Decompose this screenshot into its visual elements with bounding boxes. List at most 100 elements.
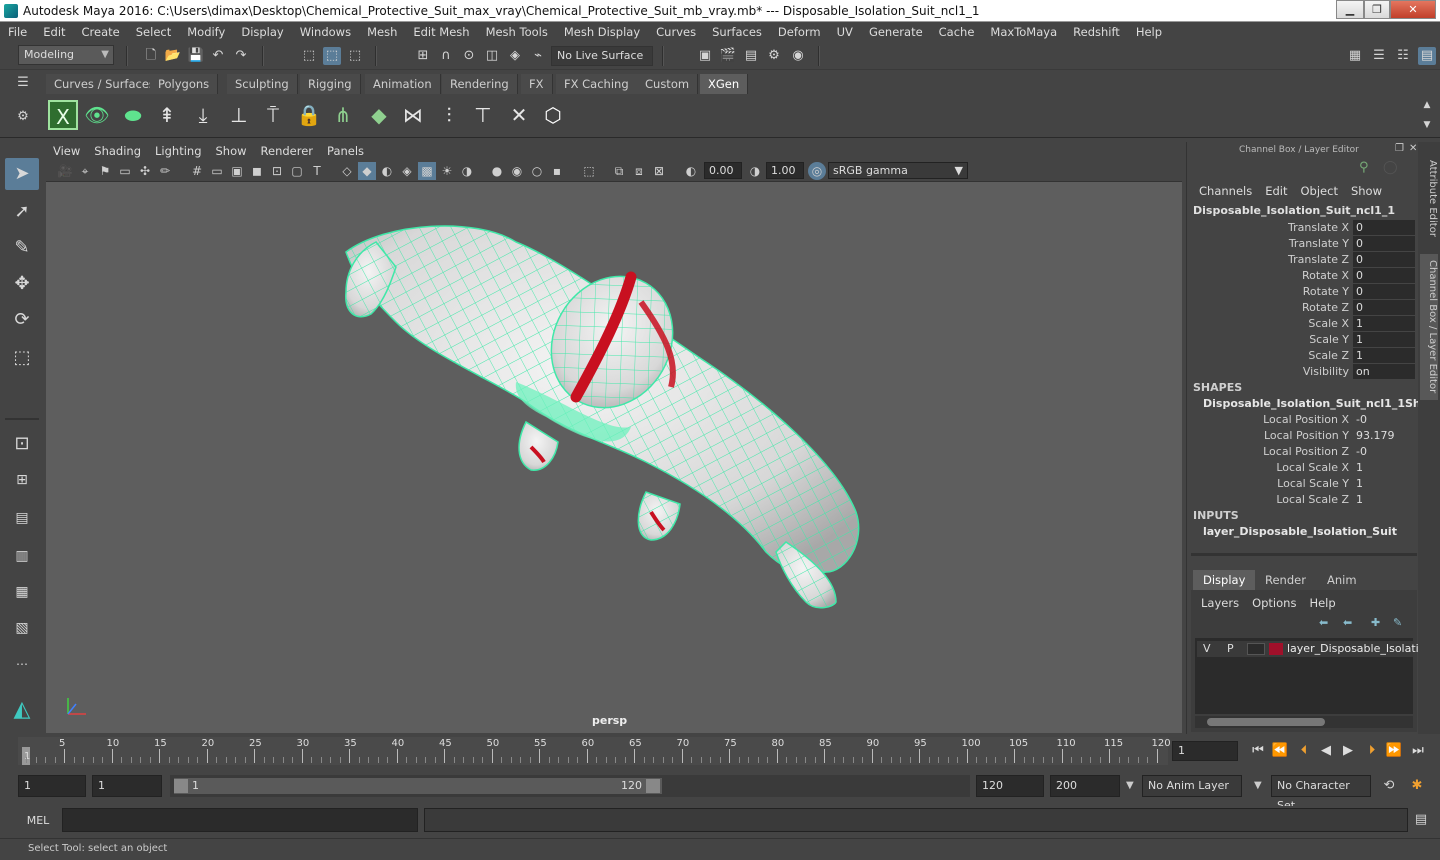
layer-type-toggle[interactable] xyxy=(1247,643,1265,655)
playback-start-field[interactable]: 1 xyxy=(92,775,162,797)
colorspace-dropdown[interactable]: sRGB gamma ▼ xyxy=(828,162,968,179)
scene-end-field[interactable]: 200 xyxy=(1050,775,1120,797)
image-plane-icon[interactable]: ▭ xyxy=(116,162,134,180)
channel-value[interactable]: 1 xyxy=(1353,316,1415,331)
color-management-icon[interactable]: ◎ xyxy=(808,162,826,180)
single-pane-layout-icon[interactable]: ⊡ xyxy=(5,428,39,460)
layer-list-scrollbar[interactable] xyxy=(1195,716,1413,728)
menu-surfaces[interactable]: Surfaces xyxy=(704,22,770,42)
layer-menu-layers[interactable]: Layers xyxy=(1195,596,1246,610)
safe-action-icon[interactable]: ▢ xyxy=(288,162,306,180)
channel-box-options-icon[interactable]: ⚲ xyxy=(1359,160,1369,175)
layer-tab-render[interactable]: Render xyxy=(1255,570,1316,590)
step-forward-key-icon[interactable]: ⏩ xyxy=(1384,741,1404,761)
channel-row[interactable]: Rotate Z 0 xyxy=(1187,300,1415,316)
play-backward-icon[interactable]: ◀ xyxy=(1316,741,1336,761)
channel-value[interactable]: -0 xyxy=(1353,444,1415,459)
shape-channel-row[interactable]: Local Position Y 93.179 xyxy=(1187,428,1415,444)
open-scene-icon[interactable]: 📂 xyxy=(164,47,182,65)
channel-value[interactable]: 93.179 xyxy=(1353,428,1415,443)
channel-value[interactable]: on xyxy=(1353,364,1415,379)
viewport-menu-panels[interactable]: Panels xyxy=(320,142,371,160)
snap-surface-icon[interactable]: ◈ xyxy=(506,47,524,65)
sculpt-guide-icon[interactable]: ⍑ xyxy=(258,100,288,130)
menu-uv[interactable]: UV xyxy=(829,22,861,42)
channel-value[interactable]: 0 xyxy=(1353,284,1415,299)
channel-menu-channels[interactable]: Channels xyxy=(1193,184,1259,198)
snap-view-icon[interactable]: ◫ xyxy=(483,47,501,65)
ambient-occlusion-icon[interactable]: ● xyxy=(488,162,506,180)
cut-guide-icon[interactable]: ⊤ xyxy=(468,100,498,130)
range-end-handle[interactable] xyxy=(646,779,660,793)
move-layer-down-icon[interactable]: ⬅ xyxy=(1343,616,1352,629)
modeling-toolkit-icon[interactable]: ▦ xyxy=(1346,47,1364,65)
shelf-scroll-down-icon[interactable]: ▼ xyxy=(1418,116,1436,134)
xray-icon[interactable]: ⧉ xyxy=(610,162,628,180)
chevron-down-icon[interactable]: ▼ xyxy=(1126,780,1134,791)
channel-menu-show[interactable]: Show xyxy=(1345,184,1389,198)
comb-guide-icon[interactable]: ⫶ xyxy=(434,100,464,130)
range-start-handle[interactable] xyxy=(174,779,188,793)
camera-attributes-icon[interactable]: ⌖ xyxy=(76,162,94,180)
shelf-scroll-up-icon[interactable]: ▲ xyxy=(1418,96,1436,114)
scrollbar-thumb[interactable] xyxy=(1207,718,1325,726)
minimize-button[interactable]: ▁ xyxy=(1336,0,1364,19)
shelf-tab-animation[interactable]: Animation xyxy=(365,74,441,94)
channel-value[interactable]: 1 xyxy=(1353,348,1415,363)
default-material-icon[interactable]: ◐ xyxy=(378,162,396,180)
move-layer-up-icon[interactable]: ⬅ xyxy=(1319,616,1328,629)
select-component-icon[interactable]: ⬚ xyxy=(346,47,364,65)
shelf-tab-curves-surfaces[interactable]: Curves / Surfaces xyxy=(46,74,164,94)
motion-blur-icon[interactable]: ◉ xyxy=(508,162,526,180)
channel-row[interactable]: Scale Z 1 xyxy=(1187,348,1415,364)
xgen-description-icon[interactable]: ⬬ xyxy=(118,100,148,130)
close-panel-icon[interactable]: ✕ xyxy=(1409,143,1417,154)
add-guide-icon[interactable]: ⇞ xyxy=(152,100,182,130)
go-to-start-icon[interactable]: ⏮ xyxy=(1248,741,1268,761)
make-live-icon[interactable]: ⌁ xyxy=(529,47,547,65)
safe-title-icon[interactable]: T xyxy=(308,162,326,180)
command-input[interactable] xyxy=(62,808,418,832)
exposure-icon[interactable]: ◐ xyxy=(682,162,700,180)
viewport-menu-view[interactable]: View xyxy=(46,142,87,160)
gamma-icon[interactable]: ◑ xyxy=(746,162,764,180)
menu-mesh[interactable]: Mesh xyxy=(359,22,405,42)
exposure-field[interactable]: 0.00 xyxy=(704,162,742,179)
channel-row[interactable]: Scale Y 1 xyxy=(1187,332,1415,348)
layer-tab-anim[interactable]: Anim xyxy=(1317,570,1367,590)
xgen-editor-icon[interactable]: X xyxy=(48,100,78,130)
hypershade-layout-icon[interactable]: ▦ xyxy=(5,576,39,608)
channel-row[interactable]: Visibility on xyxy=(1187,364,1415,380)
xray-joints-icon[interactable]: ⧈ xyxy=(630,162,648,180)
undo-icon[interactable]: ↶ xyxy=(209,47,227,65)
graph-layout-icon[interactable]: ▥ xyxy=(5,540,39,572)
save-scene-icon[interactable]: 💾 xyxy=(187,47,205,65)
script-language-toggle[interactable]: MEL xyxy=(18,812,58,830)
menu-display[interactable]: Display xyxy=(233,22,291,42)
step-back-frame-icon[interactable]: ⏴ xyxy=(1294,741,1314,761)
lasso-tool-icon[interactable]: ➚ xyxy=(5,196,39,228)
anti-alias-icon[interactable]: ○ xyxy=(528,162,546,180)
patch-guide-icon[interactable]: ◆ xyxy=(364,100,394,130)
shelf-tab-custom[interactable]: Custom xyxy=(637,74,699,94)
channel-value[interactable]: 0 xyxy=(1353,252,1415,267)
shape-channel-row[interactable]: Local Scale Y 1 xyxy=(1187,476,1415,492)
shelf-menu-icon[interactable]: ☰ xyxy=(14,74,32,92)
current-frame-field[interactable]: 1 xyxy=(1172,741,1238,761)
menu-help[interactable]: Help xyxy=(1128,22,1170,42)
select-object-icon[interactable]: ⬚ xyxy=(323,47,341,65)
wireframe-on-shaded-icon[interactable]: ◈ xyxy=(398,162,416,180)
channel-box-toggle-icon[interactable]: ◯ xyxy=(1383,160,1398,175)
layer-visibility-toggle[interactable]: V xyxy=(1203,642,1211,655)
time-slider[interactable]: 1 5 10 15 20 25 30 35 40 45 50 55 60 65 70 75 80 85 90 95 1… xyxy=(18,737,1171,765)
step-back-key-icon[interactable]: ⏪ xyxy=(1270,741,1290,761)
play-forward-icon[interactable]: ▶ xyxy=(1338,741,1358,761)
layer-color-swatch[interactable] xyxy=(1269,643,1283,655)
snap-grid-icon[interactable]: ⊞ xyxy=(414,47,432,65)
place-guide-icon[interactable]: ⤓ xyxy=(188,100,218,130)
input-node-name[interactable]: layer_Disposable_Isolation_Suit xyxy=(1203,525,1397,538)
range-slider[interactable]: 1 120 xyxy=(170,775,970,797)
channel-row[interactable]: Rotate X 0 xyxy=(1187,268,1415,284)
channel-row[interactable]: Scale X 1 xyxy=(1187,316,1415,332)
new-scene-icon[interactable]: 🗋 xyxy=(142,47,160,65)
